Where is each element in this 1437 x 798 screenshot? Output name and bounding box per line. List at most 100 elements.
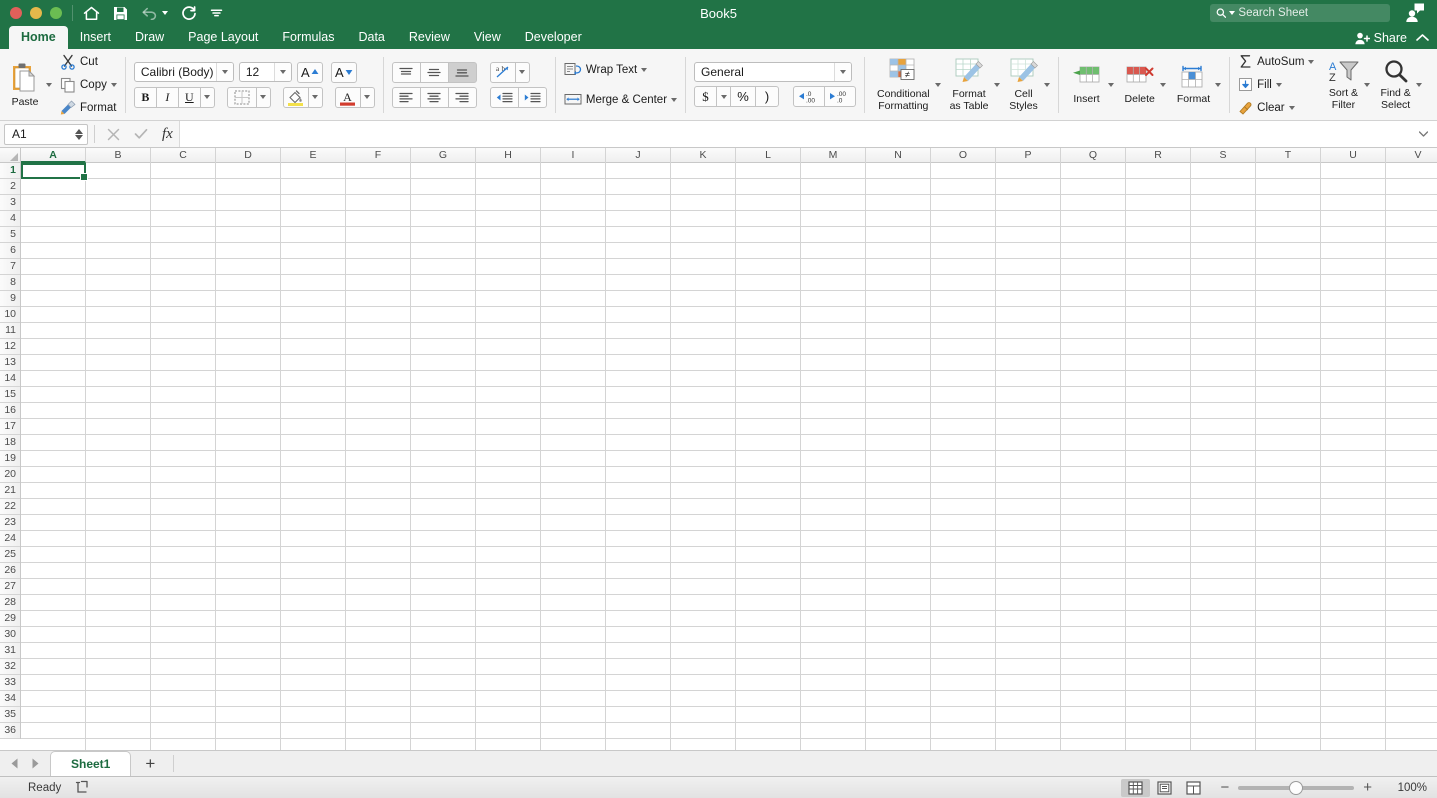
wrap-text-dropdown-caret[interactable] bbox=[641, 68, 647, 72]
page-break-view-button[interactable] bbox=[1179, 779, 1208, 797]
search-sheet-box[interactable] bbox=[1210, 4, 1390, 22]
row-header-3[interactable]: 3 bbox=[0, 195, 20, 211]
cell-styles-caret[interactable] bbox=[1044, 83, 1050, 87]
row-header-36[interactable]: 36 bbox=[0, 723, 20, 739]
fill-color-button[interactable] bbox=[283, 87, 309, 108]
italic-button[interactable]: I bbox=[156, 87, 179, 108]
account-presence-icon[interactable] bbox=[1405, 3, 1425, 27]
column-header-H[interactable]: H bbox=[476, 148, 541, 163]
sort-filter-caret[interactable] bbox=[1364, 83, 1370, 87]
conditional-formatting-button[interactable]: ≠ Conditional Formatting bbox=[873, 58, 934, 112]
row-header-27[interactable]: 27 bbox=[0, 579, 20, 595]
row-header-14[interactable]: 14 bbox=[0, 371, 20, 387]
orientation-button[interactable]: ab bbox=[490, 62, 516, 83]
undo-icon[interactable] bbox=[141, 3, 168, 23]
row-header-9[interactable]: 9 bbox=[0, 291, 20, 307]
maximize-window-button[interactable] bbox=[50, 7, 62, 19]
comma-style-button[interactable]: ) bbox=[755, 86, 779, 107]
previous-sheet-icon[interactable] bbox=[10, 758, 19, 769]
row-header-32[interactable]: 32 bbox=[0, 659, 20, 675]
row-header-19[interactable]: 19 bbox=[0, 451, 20, 467]
normal-view-button[interactable] bbox=[1121, 779, 1150, 797]
underline-dropdown-button[interactable] bbox=[200, 87, 215, 108]
row-header-33[interactable]: 33 bbox=[0, 675, 20, 691]
merge-center-dropdown-caret[interactable] bbox=[671, 98, 677, 102]
align-top-button[interactable] bbox=[392, 62, 421, 83]
row-header-4[interactable]: 4 bbox=[0, 211, 20, 227]
font-family-combo[interactable]: Calibri (Body) bbox=[134, 62, 234, 82]
format-cells-button[interactable]: Format bbox=[1173, 64, 1214, 105]
clear-caret[interactable] bbox=[1289, 106, 1295, 110]
insert-function-icon[interactable]: fx bbox=[162, 126, 173, 143]
format-as-table-caret[interactable] bbox=[994, 83, 1000, 87]
cancel-formula-icon[interactable] bbox=[107, 128, 120, 141]
collapse-ribbon-icon[interactable] bbox=[1416, 29, 1429, 47]
merge-center-button[interactable]: Merge & Center bbox=[564, 89, 677, 110]
row-header-28[interactable]: 28 bbox=[0, 595, 20, 611]
tab-page-layout[interactable]: Page Layout bbox=[176, 26, 270, 49]
row-header-13[interactable]: 13 bbox=[0, 355, 20, 371]
paste-dropdown-caret[interactable] bbox=[46, 83, 52, 87]
row-header-11[interactable]: 11 bbox=[0, 323, 20, 339]
column-header-L[interactable]: L bbox=[736, 148, 801, 163]
borders-dropdown-button[interactable] bbox=[256, 87, 271, 108]
column-header-O[interactable]: O bbox=[931, 148, 996, 163]
wrap-text-button[interactable]: Wrap Text bbox=[564, 59, 677, 80]
row-header-2[interactable]: 2 bbox=[0, 179, 20, 195]
worksheet-grid[interactable]: ABCDEFGHIJKLMNOPQRSTUV 12345678910111213… bbox=[0, 148, 1437, 750]
cell-styles-button[interactable]: Cell Styles bbox=[1005, 58, 1043, 112]
increase-decimal-button[interactable]: .0.00 bbox=[793, 86, 825, 107]
delete-cells-caret[interactable] bbox=[1160, 83, 1166, 87]
sheet-tab-sheet1[interactable]: Sheet1 bbox=[50, 751, 131, 776]
decrease-decimal-button[interactable]: .00.0 bbox=[824, 86, 856, 107]
align-bottom-button[interactable] bbox=[448, 62, 477, 83]
confirm-formula-icon[interactable] bbox=[134, 128, 148, 140]
zoom-in-button[interactable]: + bbox=[1363, 780, 1372, 795]
align-center-button[interactable] bbox=[420, 87, 449, 108]
row-header-15[interactable]: 15 bbox=[0, 387, 20, 403]
find-select-button[interactable]: Find & Select bbox=[1376, 59, 1414, 111]
row-header-18[interactable]: 18 bbox=[0, 435, 20, 451]
customize-toolbar-icon[interactable] bbox=[210, 3, 223, 23]
copy-dropdown-caret[interactable] bbox=[111, 83, 117, 87]
formula-input[interactable] bbox=[179, 121, 1409, 147]
format-as-table-button[interactable]: Format as Table bbox=[946, 58, 993, 112]
align-right-button[interactable] bbox=[448, 87, 477, 108]
row-header-22[interactable]: 22 bbox=[0, 499, 20, 515]
underline-button[interactable]: U bbox=[178, 87, 201, 108]
column-header-E[interactable]: E bbox=[281, 148, 346, 163]
copy-button[interactable]: Copy bbox=[60, 74, 117, 95]
bold-button[interactable]: B bbox=[134, 87, 157, 108]
currency-dropdown-button[interactable] bbox=[716, 86, 731, 107]
row-header-24[interactable]: 24 bbox=[0, 531, 20, 547]
tab-home[interactable]: Home bbox=[9, 26, 68, 49]
row-header-12[interactable]: 12 bbox=[0, 339, 20, 355]
column-header-C[interactable]: C bbox=[151, 148, 216, 163]
decrease-font-size-button[interactable]: A bbox=[331, 62, 357, 83]
row-header-20[interactable]: 20 bbox=[0, 467, 20, 483]
row-header-1[interactable]: 1 bbox=[0, 163, 20, 179]
close-window-button[interactable] bbox=[10, 7, 22, 19]
search-input[interactable] bbox=[1238, 7, 1384, 19]
fill-caret[interactable] bbox=[1276, 83, 1282, 87]
increase-indent-button[interactable] bbox=[518, 87, 547, 108]
row-header-5[interactable]: 5 bbox=[0, 227, 20, 243]
page-layout-view-button[interactable] bbox=[1150, 779, 1179, 797]
tab-draw[interactable]: Draw bbox=[123, 26, 176, 49]
tab-formulas[interactable]: Formulas bbox=[270, 26, 346, 49]
row-header-31[interactable]: 31 bbox=[0, 643, 20, 659]
row-header-17[interactable]: 17 bbox=[0, 419, 20, 435]
column-header-J[interactable]: J bbox=[606, 148, 671, 163]
column-header-N[interactable]: N bbox=[866, 148, 931, 163]
name-box[interactable]: A1 bbox=[4, 124, 88, 145]
column-header-I[interactable]: I bbox=[541, 148, 606, 163]
column-header-B[interactable]: B bbox=[86, 148, 151, 163]
delete-cells-button[interactable]: Delete bbox=[1121, 65, 1159, 105]
zoom-level-label[interactable]: 100% bbox=[1387, 782, 1427, 794]
tab-data[interactable]: Data bbox=[346, 26, 396, 49]
row-header-30[interactable]: 30 bbox=[0, 627, 20, 643]
column-header-A[interactable]: A bbox=[21, 148, 86, 163]
name-box-spinner[interactable] bbox=[75, 129, 83, 140]
borders-button[interactable] bbox=[227, 87, 257, 108]
column-header-U[interactable]: U bbox=[1321, 148, 1386, 163]
